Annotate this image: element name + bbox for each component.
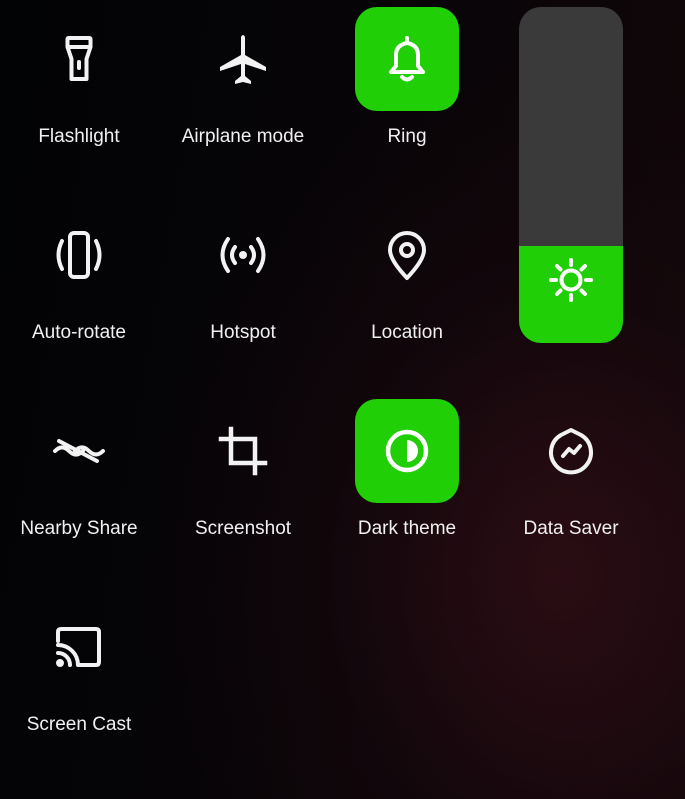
data-saver-toggle[interactable] — [519, 399, 623, 503]
tile-screen-cast[interactable]: Screen Cast — [0, 588, 161, 784]
tile-label: Dark theme — [357, 518, 457, 539]
tile-screenshot[interactable]: Screenshot — [161, 392, 325, 588]
tile-label: Airplane mode — [181, 126, 305, 147]
tile-auto-rotate[interactable]: Auto-rotate — [0, 196, 161, 392]
airplane-icon — [220, 35, 266, 84]
auto-rotate-icon — [56, 231, 102, 279]
tile-label: Ring — [387, 126, 427, 147]
ring-toggle[interactable] — [355, 7, 459, 111]
location-toggle[interactable] — [355, 203, 459, 307]
nearby-share-icon — [53, 439, 105, 463]
dark-theme-icon — [385, 429, 429, 473]
nearby-share-toggle[interactable] — [27, 399, 131, 503]
crop-icon — [218, 426, 268, 476]
flashlight-toggle[interactable] — [27, 7, 131, 111]
hotspot-toggle[interactable] — [191, 203, 295, 307]
hotspot-icon — [220, 237, 266, 273]
screenshot-button[interactable] — [191, 399, 295, 503]
tile-label: Flashlight — [38, 126, 120, 147]
data-saver-icon — [549, 428, 593, 475]
location-pin-icon — [388, 231, 426, 280]
tile-airplane-mode[interactable]: Airplane mode — [161, 0, 325, 196]
tile-nearby-share[interactable]: Nearby Share — [0, 392, 161, 588]
flashlight-icon — [65, 36, 93, 81]
tile-hotspot[interactable]: Hotspot — [161, 196, 325, 392]
tile-dark-theme[interactable]: Dark theme — [325, 392, 489, 588]
tile-ring[interactable]: Ring — [325, 0, 489, 196]
dark-theme-toggle[interactable] — [355, 399, 459, 503]
tile-label: Hotspot — [210, 322, 276, 343]
tile-label: Screenshot — [194, 518, 292, 539]
tile-label: Data Saver — [523, 518, 619, 539]
tile-flashlight[interactable]: Flashlight — [0, 0, 161, 196]
tile-data-saver[interactable]: Data Saver — [489, 392, 653, 588]
tile-location[interactable]: Location — [325, 196, 489, 392]
bell-icon — [389, 36, 425, 82]
auto-rotate-toggle[interactable] — [27, 203, 131, 307]
cast-icon — [56, 627, 101, 667]
screen-cast-button[interactable] — [27, 595, 131, 699]
tile-label: Location — [371, 322, 443, 343]
tile-label: Nearby Share — [20, 518, 138, 539]
sun-icon — [541, 250, 601, 310]
tile-label: Screen Cast — [26, 714, 132, 735]
tile-label: Auto-rotate — [32, 322, 126, 343]
airplane-mode-toggle[interactable] — [191, 7, 295, 111]
brightness-slider[interactable] — [519, 7, 623, 343]
